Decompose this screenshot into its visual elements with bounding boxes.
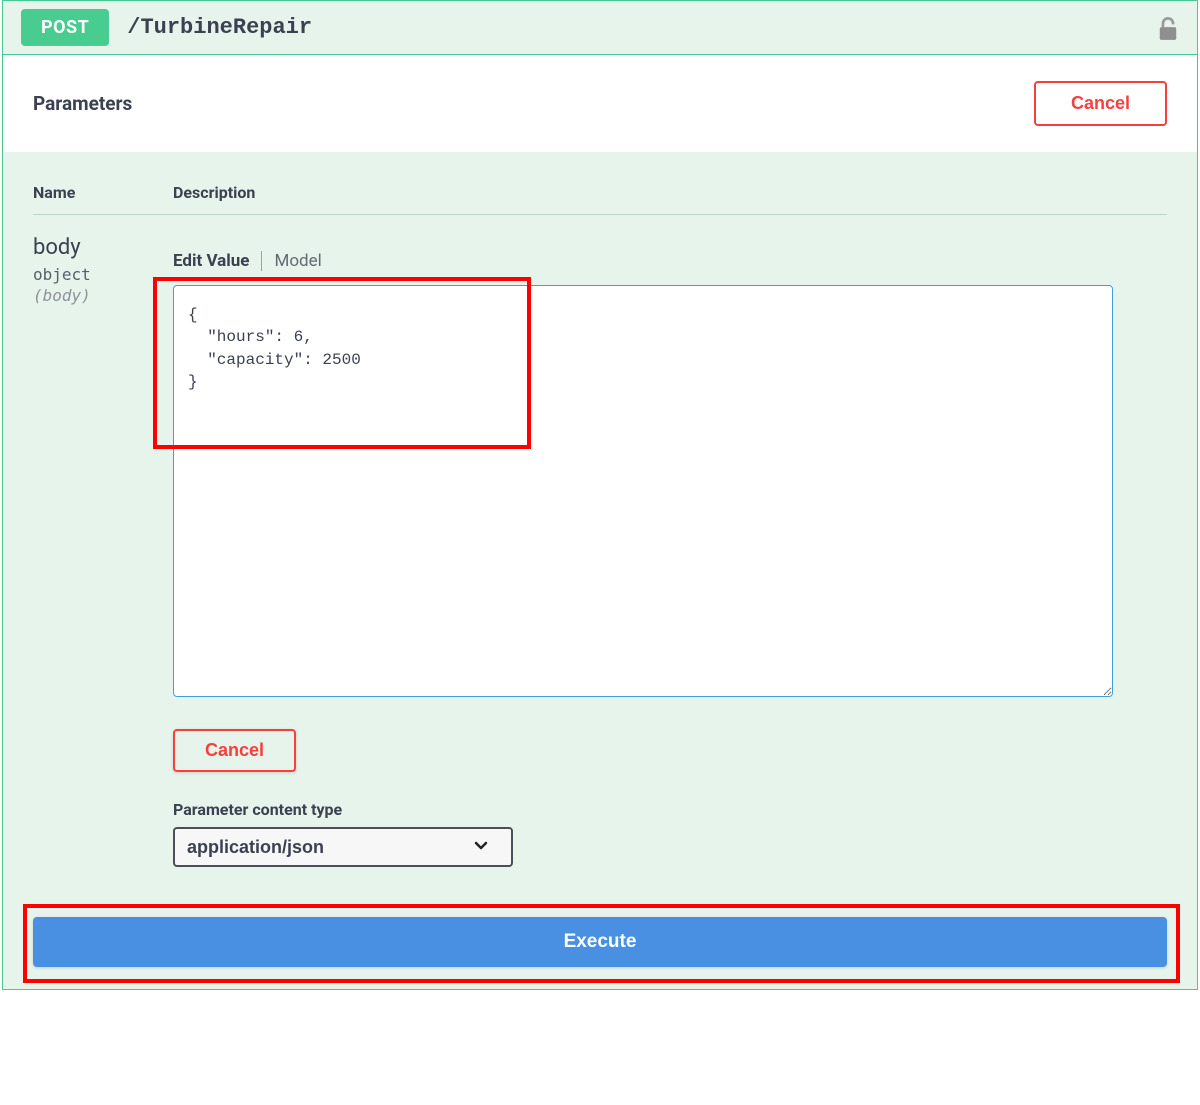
table-row: body object (body) Edit Value Model Canc… bbox=[33, 235, 1167, 867]
tab-divider bbox=[261, 251, 262, 271]
param-description-cell: Edit Value Model Cancel Parameter conten… bbox=[173, 235, 1167, 867]
api-operation-panel: POST /TurbineRepair Parameters Cancel Na… bbox=[2, 0, 1198, 990]
content-type-label: Parameter content type bbox=[173, 800, 1167, 819]
param-type: object bbox=[33, 265, 173, 284]
cancel-button[interactable]: Cancel bbox=[1034, 81, 1167, 126]
request-body-input[interactable] bbox=[173, 285, 1113, 697]
param-name-cell: body object (body) bbox=[33, 235, 173, 867]
unlock-icon[interactable] bbox=[1157, 15, 1179, 45]
param-name: body bbox=[33, 235, 173, 260]
tab-edit-value[interactable]: Edit Value bbox=[173, 251, 249, 271]
param-location: (body) bbox=[33, 286, 173, 305]
cancel-button[interactable]: Cancel bbox=[173, 729, 296, 772]
execute-region: Execute bbox=[3, 907, 1197, 989]
param-table-header: Name Description bbox=[33, 183, 1167, 215]
endpoint-path: /TurbineRepair bbox=[127, 15, 312, 40]
column-name-header: Name bbox=[33, 183, 173, 202]
operation-header[interactable]: POST /TurbineRepair bbox=[3, 1, 1197, 55]
value-model-tabs: Edit Value Model bbox=[173, 235, 1167, 271]
execute-button[interactable]: Execute bbox=[33, 917, 1167, 967]
http-method-badge: POST bbox=[21, 9, 109, 46]
parameters-body: Name Description body object (body) Edit… bbox=[3, 153, 1197, 907]
tab-model[interactable]: Model bbox=[274, 251, 321, 271]
parameters-title: Parameters bbox=[33, 92, 132, 115]
content-type-select[interactable]: application/json bbox=[173, 827, 513, 867]
content-type-block: Parameter content type application/json bbox=[173, 800, 1167, 867]
content-type-select-wrap: application/json bbox=[173, 827, 513, 867]
parameters-header-bar: Parameters Cancel bbox=[3, 55, 1197, 152]
column-description-header: Description bbox=[173, 183, 255, 202]
